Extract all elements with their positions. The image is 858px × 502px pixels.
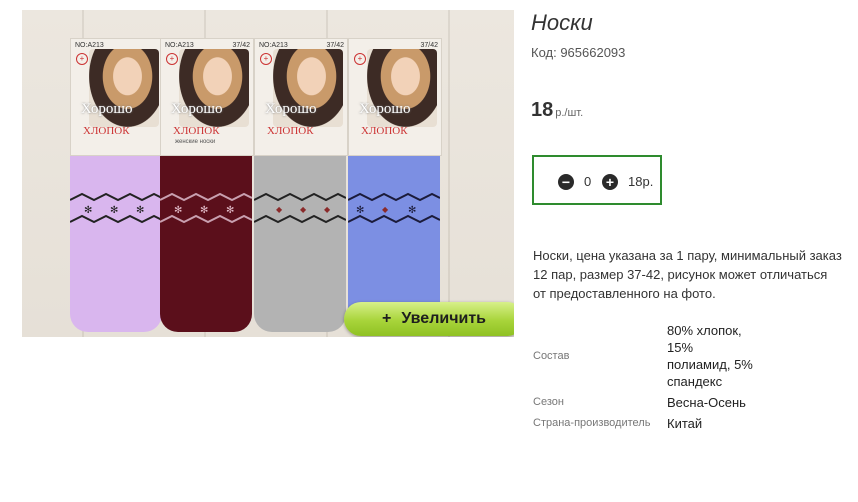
card-size: 37/42 [232, 42, 250, 49]
package-card: NO:A213 37/42 + Хорошо ХЛОПОК женские но… [160, 38, 254, 156]
sock-pattern: ✻ ✻ ✻ [159, 192, 253, 228]
card-label: ХЛОПОК [267, 125, 314, 137]
product-title: Носки [531, 10, 593, 35]
price-unit: р./шт. [555, 107, 584, 119]
cross-badge-icon: + [76, 53, 88, 65]
property-row: Страна-производитель Китай [533, 413, 757, 434]
sock-pattern: ◆ ◆ ◆ [253, 192, 347, 228]
svg-text:◆: ◆ [382, 205, 389, 214]
property-key: Состав [533, 349, 570, 362]
property-row: Сезон Весна-Осень [533, 392, 757, 413]
product-code: Код: 965662093 [531, 45, 626, 60]
sock-body: ✻ ✻ ✻ [159, 152, 253, 332]
cross-badge-icon: + [260, 53, 272, 65]
svg-text:✻: ✻ [200, 205, 208, 216]
card-label: ХЛОПОК [361, 125, 408, 137]
card-code: NO:A213 [75, 42, 104, 49]
property-value: 80% хлопок, 15% полиамид, 5% спандекс [667, 323, 753, 389]
quantity-sum: 18р. [628, 174, 654, 189]
property-row: Состав 80% хлопок, 15% полиамид, 5% спан… [533, 320, 757, 392]
svg-text:◆: ◆ [276, 205, 283, 214]
svg-text:✻: ✻ [136, 205, 144, 216]
sock-lilac: ✻ ✻ ✻ NO:A213 + Хорошо ХЛОПОК [69, 38, 164, 332]
properties-table: Состав 80% хлопок, 15% полиамид, 5% спан… [533, 320, 757, 434]
sock-body: ✻ ✻ ✻ [69, 152, 163, 332]
svg-text:✻: ✻ [174, 205, 182, 216]
cross-badge-icon: + [166, 53, 178, 65]
product-description: Носки, цена указана за 1 пару, минимальн… [533, 248, 842, 301]
card-size: 37/42 [326, 42, 344, 49]
card-size: 37/42 [420, 42, 438, 49]
package-card: NO:A213 + Хорошо ХЛОПОК [70, 38, 164, 156]
svg-text:✻: ✻ [110, 205, 118, 216]
card-code: NO:A213 [165, 42, 194, 49]
svg-text:◆: ◆ [300, 205, 307, 214]
card-label: ХЛОПОК [83, 125, 130, 137]
cross-badge-icon: + [354, 53, 366, 65]
card-brand: Хорошо [171, 101, 223, 117]
sock-grey: ◆ ◆ ◆ NO:A213 37/42 + Хорошо ХЛОПОК [253, 38, 348, 332]
card-brand: Хорошо [359, 101, 411, 117]
plus-icon: + [381, 310, 392, 327]
svg-text:✻: ✻ [356, 205, 364, 216]
property-value: Весна-Осень [667, 395, 746, 410]
quantity-stepper: − 0 + 18р. [532, 155, 662, 205]
sock-pattern: ✻ ✻ ✻ [69, 192, 163, 228]
svg-text:✻: ✻ [226, 205, 234, 216]
product-price: 18 р./шт. [531, 99, 583, 122]
package-card: 37/42 + Хорошо ХЛОПОК [348, 38, 442, 156]
quantity-value: 0 [584, 174, 592, 189]
zoom-button[interactable]: + Увеличить [344, 302, 514, 336]
svg-text:◆: ◆ [324, 205, 331, 214]
svg-text:✻: ✻ [84, 205, 92, 216]
minus-circle-icon[interactable]: − [558, 174, 574, 190]
property-key: Страна-производитель [533, 417, 651, 429]
sock-body: ◆ ◆ ◆ [253, 152, 347, 332]
property-value: Китай [667, 416, 703, 431]
product-image[interactable]: ✻ ✻ ✻ NO:A213 + Хорошо ХЛОПОК ✻ ✻ ✻ NO:A213 … [22, 10, 514, 337]
zoom-button-label: Увеличить [401, 310, 486, 327]
package-card: NO:A213 37/42 + Хорошо ХЛОПОК [254, 38, 348, 156]
price-value: 18 [531, 99, 554, 121]
property-key: Сезон [533, 396, 564, 408]
card-brand: Хорошо [81, 101, 133, 117]
svg-text:✻: ✻ [408, 205, 416, 216]
sock-burgundy: ✻ ✻ ✻ NO:A213 37/42 + Хорошо ХЛОПОК женски… [159, 38, 254, 332]
card-brand: Хорошо [265, 101, 317, 117]
sock-pattern: ✻ ◆ ✻ [347, 192, 441, 228]
sock-blue: ✻ ◆ ✻ 37/42 + Хорошо ХЛОПОК [347, 38, 442, 332]
card-sublabel: женские носки [175, 139, 216, 145]
card-label: ХЛОПОК [173, 125, 220, 137]
card-code: NO:A213 [259, 42, 288, 49]
plus-circle-icon[interactable]: + [602, 174, 618, 190]
